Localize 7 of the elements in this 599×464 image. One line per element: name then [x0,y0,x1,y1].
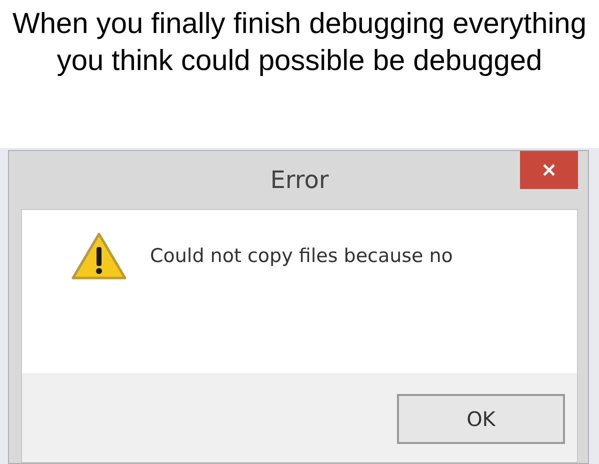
caption: When you finally finish debugging everything you think could possible be debugged [12,7,588,79]
warning-icon [70,230,128,280]
close-button[interactable] [520,151,578,189]
error-message: Could not copy files because no [150,244,453,266]
ok-button[interactable]: OK [397,394,565,444]
window-title: Error [270,166,329,194]
close-icon [542,163,556,177]
